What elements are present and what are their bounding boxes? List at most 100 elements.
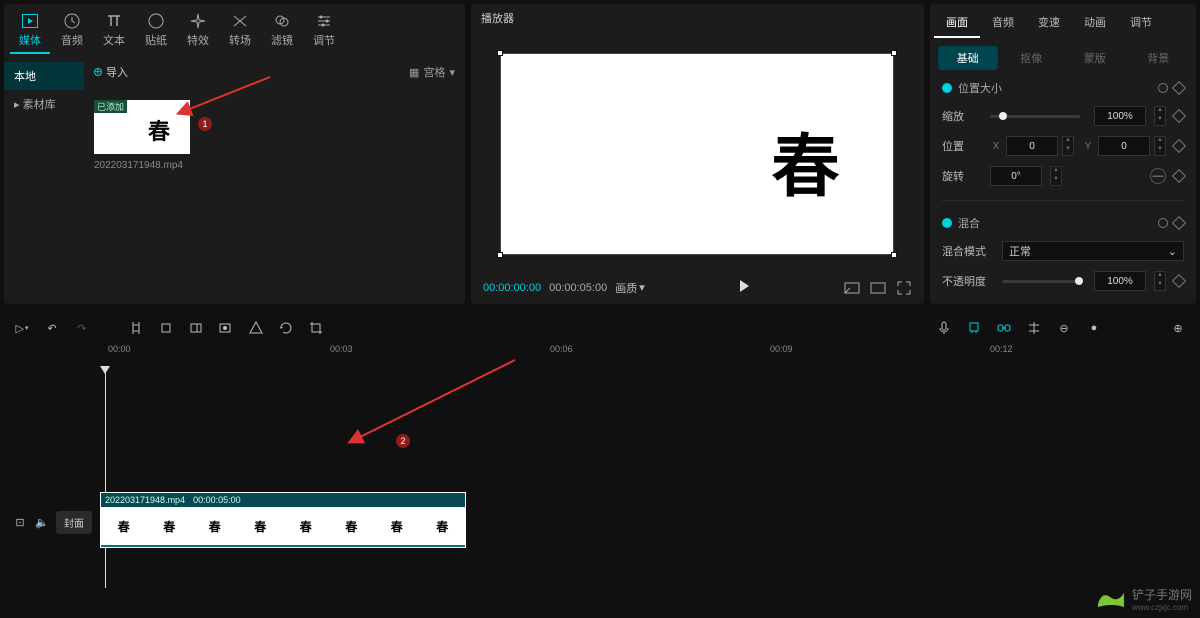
clock-icon	[63, 12, 81, 30]
pos-x[interactable]: 0	[1006, 136, 1058, 156]
link-icon[interactable]	[996, 320, 1012, 336]
redo-icon[interactable]: ↷	[74, 320, 90, 336]
prop-tab-adjust[interactable]: 调节	[1118, 8, 1164, 38]
blend-mode-select[interactable]: 正常⌄	[1002, 241, 1184, 261]
tab-label: 音频	[61, 32, 83, 48]
quality-dropdown[interactable]: 画质 ▾	[615, 280, 645, 296]
checkbox-position-size[interactable]	[942, 83, 952, 93]
thumbnail-image: 已添加 春	[94, 100, 190, 154]
tab-adjust[interactable]: 调节	[304, 8, 344, 54]
playhead[interactable]	[105, 368, 106, 588]
scale-icon[interactable]	[844, 280, 860, 296]
prop-tab-animation[interactable]: 动画	[1072, 8, 1118, 38]
label-blend-mode: 混合模式	[942, 243, 994, 259]
delete-icon[interactable]	[158, 320, 174, 336]
rotation-stepper[interactable]: ▲▼	[1050, 166, 1062, 186]
time-tick: 00:12	[990, 344, 1013, 354]
keyframe-icon[interactable]	[1172, 169, 1186, 183]
keyframe-icon[interactable]	[1172, 109, 1186, 123]
thumbnail-content: 春	[148, 114, 170, 146]
time-ruler[interactable]: 00:00 00:03 00:06 00:09 00:12	[100, 344, 1192, 364]
align-icon[interactable]	[1026, 320, 1042, 336]
reset-icon[interactable]	[1158, 83, 1168, 93]
reset-icon[interactable]	[1158, 218, 1168, 228]
import-button[interactable]: + 导入	[94, 64, 128, 80]
mute-icon[interactable]: 🔈	[34, 514, 50, 530]
chevron-down-icon: ▾	[449, 66, 455, 79]
tab-text[interactable]: 文本	[94, 8, 134, 54]
top-tabs: 媒体 音频 文本 贴纸 特效 转场	[4, 4, 465, 54]
time-tick: 00:03	[330, 344, 353, 354]
keyframe-icon[interactable]	[1172, 139, 1186, 153]
clip-duration: 00:00:05:00	[193, 495, 241, 505]
zoom-in-icon[interactable]: ⊕	[1170, 320, 1186, 336]
x-stepper[interactable]: ▲▼	[1062, 136, 1074, 156]
rotation-value[interactable]: 0°	[990, 166, 1042, 186]
prop-tab-picture[interactable]: 画面	[934, 8, 980, 38]
player-title: 播放器	[471, 4, 924, 32]
canvas-content: 春	[771, 111, 839, 210]
checkbox-blend[interactable]	[942, 218, 952, 228]
sidebar-item-local[interactable]: 本地	[4, 62, 84, 90]
play-button[interactable]	[737, 279, 751, 296]
watermark-logo	[1096, 589, 1126, 609]
tab-filter[interactable]: 滤镜	[262, 8, 302, 54]
tab-effects[interactable]: 特效	[178, 8, 218, 54]
lock-icon[interactable]: ⊡	[12, 514, 28, 530]
tracks-area[interactable]: ⊡ 🔈 封面 202203171948.mp4 00:00:05:00 春春春春…	[8, 368, 1192, 588]
sidebar-item-label: 素材库	[23, 99, 56, 111]
tab-media[interactable]: 媒体	[10, 8, 50, 54]
text-icon	[105, 12, 123, 30]
keyframe-icon[interactable]	[1172, 216, 1186, 230]
watermark-brand: 铲子手游网	[1132, 586, 1192, 603]
subtab-basic[interactable]: 基础	[938, 46, 998, 70]
y-stepper[interactable]: ▲▼	[1154, 136, 1166, 156]
prop-tab-audio[interactable]: 音频	[980, 8, 1026, 38]
opacity-stepper[interactable]: ▲▼	[1154, 271, 1166, 291]
time-tick: 00:00	[108, 344, 131, 354]
added-badge: 已添加	[94, 100, 127, 113]
keyframe-icon[interactable]	[1172, 274, 1186, 288]
player-canvas[interactable]: 春	[501, 54, 893, 254]
ratio-icon[interactable]	[870, 280, 886, 296]
plus-icon: +	[94, 68, 102, 76]
scale-value[interactable]: 100%	[1094, 106, 1146, 126]
current-time: 00:00:00:00	[483, 282, 541, 294]
selection-tool-icon[interactable]: ▷▾	[14, 320, 30, 336]
undo-icon[interactable]: ↶	[44, 320, 60, 336]
scale-slider[interactable]	[990, 115, 1080, 118]
cut-left-icon[interactable]	[188, 320, 204, 336]
opacity-slider[interactable]	[1002, 280, 1080, 283]
split-icon[interactable]	[128, 320, 144, 336]
media-thumbnail[interactable]: 已添加 春 202203171948.mp4	[94, 100, 190, 171]
pos-y[interactable]: 0	[1098, 136, 1150, 156]
tab-audio[interactable]: 音频	[52, 8, 92, 54]
properties-panel: 画面 音频 变速 动画 调节 基础 抠像 蒙版 背景 位置大小 缩放 100% …	[930, 4, 1196, 304]
view-mode-toggle[interactable]: ▦ 宫格 ▾	[409, 64, 455, 80]
zoom-slider-icon[interactable]: ●	[1086, 320, 1102, 336]
flip-icon[interactable]: —	[1150, 168, 1166, 184]
timeline-clip[interactable]: 202203171948.mp4 00:00:05:00 春春春春 春春春春	[100, 492, 466, 548]
record-icon[interactable]	[218, 320, 234, 336]
label-opacity: 不透明度	[942, 273, 994, 289]
tab-sticker[interactable]: 贴纸	[136, 8, 176, 54]
keyframe-icon[interactable]	[1172, 81, 1186, 95]
subtab-mask[interactable]: 蒙版	[1065, 46, 1125, 70]
crop-icon[interactable]	[308, 320, 324, 336]
subtab-background[interactable]: 背景	[1129, 46, 1189, 70]
warn-icon[interactable]	[248, 320, 264, 336]
prop-tab-speed[interactable]: 变速	[1026, 8, 1072, 38]
subtab-cutout[interactable]: 抠像	[1002, 46, 1062, 70]
blend-mode-value: 正常	[1009, 243, 1031, 259]
mic-icon[interactable]	[936, 320, 952, 336]
opacity-value[interactable]: 100%	[1094, 271, 1146, 291]
reverse-icon[interactable]	[278, 320, 294, 336]
sidebar-item-library[interactable]: ▸ 素材库	[4, 90, 84, 118]
zoom-out-icon[interactable]: ⊖	[1056, 320, 1072, 336]
cover-button[interactable]: 封面	[56, 511, 92, 534]
magnet-on-icon[interactable]	[966, 320, 982, 336]
watermark-url: www.czjxjc.com	[1132, 603, 1192, 612]
scale-stepper[interactable]: ▲▼	[1154, 106, 1166, 126]
fullscreen-icon[interactable]	[896, 280, 912, 296]
tab-transition[interactable]: 转场	[220, 8, 260, 54]
